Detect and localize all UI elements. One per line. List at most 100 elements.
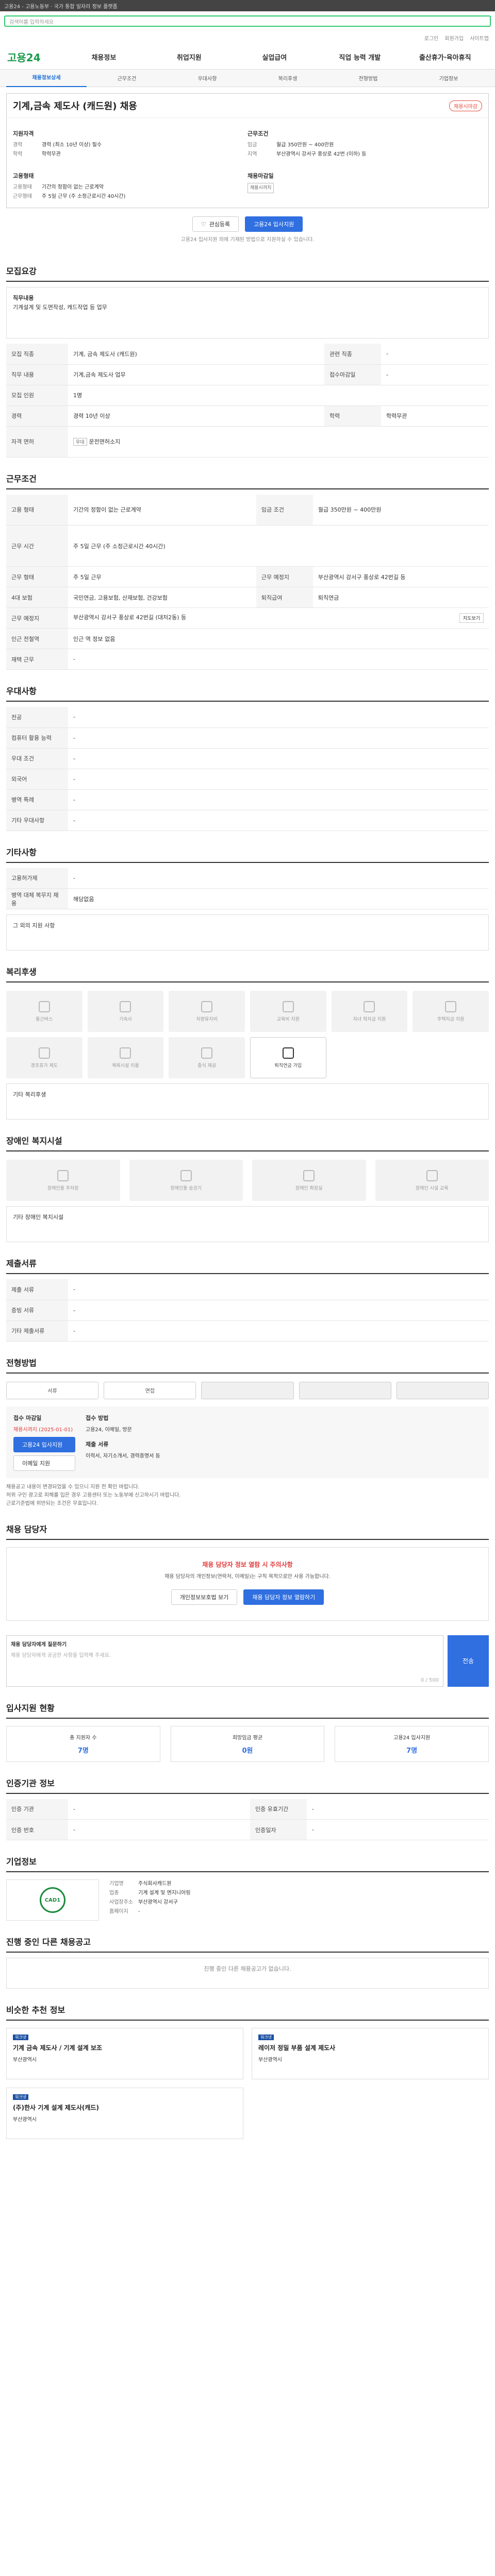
section-title: 모집요강 (6, 264, 489, 282)
row-label: 재택 근무 (6, 649, 68, 670)
etc-title: 그 외의 지원 사항 (13, 922, 55, 929)
close-value: 채용시까지 (248, 183, 274, 193)
row-value: - (68, 1799, 250, 1820)
section-title: 제출서류 (6, 1257, 489, 1274)
heart-icon: ♡ (201, 221, 206, 228)
row-label: 고용 형태 (6, 494, 68, 526)
tab-conditions[interactable]: 근무조건 (87, 74, 167, 82)
cond-title: 근무조건 (248, 130, 269, 137)
section-welfare: 복리후생 통근버스 기숙사 차량유지비 교육비 지원 자녀 학자금 지원 주택자… (6, 965, 489, 1120)
req-label: 경력 (13, 142, 23, 148)
elevator-icon (180, 1170, 192, 1181)
qa-title: 채용 담당자에게 질문하기 (11, 1641, 67, 1648)
login-link[interactable]: 로그인 (424, 34, 439, 42)
cond-label: 임금 (248, 142, 257, 148)
row-label: 기타 우대사항 (6, 810, 68, 831)
tab-selection[interactable]: 전형방법 (328, 74, 408, 82)
tab-detail[interactable]: 채용정보상세 (6, 70, 87, 87)
nav-vocational-training[interactable]: 직업 능력 개발 (317, 52, 402, 62)
view-contact-button[interactable]: 채용 담당자 정보 열람하기 (243, 1589, 324, 1605)
recommend-card[interactable]: 워크넷 레이저 정밀 부품 설계 제도사 부산광역시 (252, 2028, 489, 2079)
section-conditions: 근무조건 고용 형태 기간의 정함이 없는 근로계약 임금 조건 월급 350만원 ~… (6, 472, 489, 670)
welfare-item: 체육시설 이용 (87, 1037, 164, 1078)
row-label: 관련 직종 (324, 344, 381, 365)
welfare-item: 교육비 지원 (250, 991, 326, 1032)
welfare-label: 교육비 지원 (276, 1016, 300, 1022)
due-title: 접수 마감일 (13, 1414, 42, 1421)
co-label: 기업명 (109, 1881, 124, 1887)
tab-welfare[interactable]: 복리후생 (248, 74, 328, 82)
recommend-card[interactable]: 워크넷 (주)한사 기계 설계 제도사(캐드) 부산광역시 (6, 2088, 243, 2139)
section-title: 기타사항 (6, 845, 489, 863)
card-title: (주)한사 기계 설계 제도사(캐드) (13, 2104, 99, 2111)
signup-link[interactable]: 회원가입 (444, 34, 464, 42)
row-value: 월급 350만원 ~ 400만원 (312, 494, 489, 526)
nav-unemployment-benefit[interactable]: 실업급여 (232, 52, 317, 62)
row-value: - (307, 1799, 489, 1820)
welfare-item: 주택자금 지원 (412, 991, 489, 1032)
bus-icon (38, 1001, 50, 1012)
row-label: 인증 번호 (6, 1819, 68, 1840)
facility-item: 장애인용 주차장 (6, 1160, 120, 1201)
section-question: 채용 담당자에게 질문하기 채용 담당자에게 궁금한 사항을 입력해 주세요. 0 … (6, 1635, 489, 1687)
nav-jobs[interactable]: 채용정보 (61, 52, 146, 62)
welfare-item: 통근버스 (6, 991, 82, 1032)
question-submit-button[interactable]: 전송 (448, 1635, 489, 1687)
card-location: 부산광역시 (258, 2057, 282, 2063)
facility-other-title: 기타 장애인 복지시설 (13, 1214, 64, 1221)
req-value: 학력무관 (42, 151, 61, 157)
top-notice-text: 고용24 - 고용노동부 · 국가 통합 일자리 정보 플랫폼 (4, 4, 118, 10)
row-value: 주 5일 근무 (주 소정근로시간 40시간) (68, 525, 489, 567)
step-empty (396, 1381, 489, 1399)
stat-value: 7명 (77, 1747, 89, 1755)
contact-warning: 채용 담당자 정보 열람 시 주의사항 (202, 1561, 293, 1568)
row-value: - (307, 1819, 489, 1840)
row-value: - (68, 1819, 250, 1840)
nav-parental-leave[interactable]: 출산휴가·육아휴직 (403, 52, 488, 62)
apply-button[interactable]: 고용24 입사지원 (245, 216, 303, 232)
row-value: - (68, 1279, 489, 1300)
note-item: 허위 구인 광고로 피해를 입은 경우 고용센터 또는 노동부에 신고하시기 바… (6, 1492, 181, 1498)
welfare-other-title: 기타 복리후생 (13, 1091, 46, 1098)
tab-preference[interactable]: 우대사항 (167, 74, 248, 82)
question-textarea[interactable]: 채용 담당자에게 질문하기 채용 담당자에게 궁금한 사항을 입력해 주세요. 0 … (6, 1635, 443, 1687)
tab-company[interactable]: 기업정보 (408, 74, 489, 82)
stat-box: 총 지원자 수 7명 (6, 1725, 160, 1762)
row-label: 우대 조건 (6, 748, 68, 769)
privacy-button[interactable]: 개인정보보호법 보기 (171, 1589, 238, 1605)
welfare-item: 자녀 학자금 지원 (331, 991, 408, 1032)
car-icon (201, 1001, 213, 1012)
due-value: 채용시까지 (2025-01-01) (13, 1427, 73, 1433)
note-item: 채용공고 내용이 변경되었을 수 있으니 지원 전 확인 바랍니다. (6, 1484, 140, 1490)
row-value: - (68, 707, 489, 728)
row-label: 모집 인원 (6, 385, 68, 406)
company-logo: CAD1 (6, 1879, 99, 1921)
row-value: - (68, 1300, 489, 1321)
row-value: 기계,금속 제도사 업무 (68, 364, 324, 385)
apply-button-2[interactable]: 고용24 입사지원 (13, 1436, 75, 1452)
welfare-label: 자녀 학자금 지원 (353, 1016, 386, 1022)
nav-employment-support[interactable]: 취업지원 (146, 52, 232, 62)
job-desc-title: 직무내용 (13, 295, 34, 301)
recommend-card[interactable]: 워크넷 기계 금속 제도사 / 기계 설계 보조 부산광역시 (6, 2028, 243, 2079)
logo[interactable]: 고용24 (7, 49, 41, 64)
section-preference: 우대사항 전공 - 컴퓨터 활용 능력 - 우대 조건 - 외국어 - 병역 특례 - 기… (6, 684, 489, 831)
card-title: 레이저 정밀 부품 설계 제도사 (258, 2044, 336, 2052)
map-button[interactable]: 지도보기 (459, 613, 484, 623)
section-title: 비슷한 추천 정보 (6, 2003, 489, 2021)
search-input[interactable]: 검색어를 입력하세요 (4, 15, 491, 27)
section-contact: 채용 담당자 채용 담당자 정보 열람 시 주의사항 채용 담당자의 개인정보(… (6, 1522, 489, 1621)
section-title: 인증기관 정보 (6, 1776, 489, 1794)
save-button[interactable]: ♡ 관심등록 (192, 216, 239, 232)
row-value: 기계, 금속 제도사 (캐드원) (68, 344, 324, 365)
co-value: 주식회사캐드원 (138, 1881, 172, 1887)
row-value: 기간의 정함이 없는 근로계약 (68, 494, 256, 526)
section-title: 근무조건 (6, 472, 489, 489)
sitemap-link[interactable]: 사이트맵 (470, 34, 489, 42)
row-label: 인증 기관 (6, 1799, 68, 1820)
stat-label: 희망임금 평균 (232, 1735, 263, 1741)
email-apply-button[interactable]: 이메일 지원 (13, 1455, 75, 1471)
section-documents: 제출서류 제출 서류 - 증빙 서류 - 기타 제출서류 - (6, 1257, 489, 1342)
req-value: 경력 (최소 10년 이상) 필수 (42, 142, 102, 148)
facility-item: 장애인용 승강기 (129, 1160, 243, 1201)
